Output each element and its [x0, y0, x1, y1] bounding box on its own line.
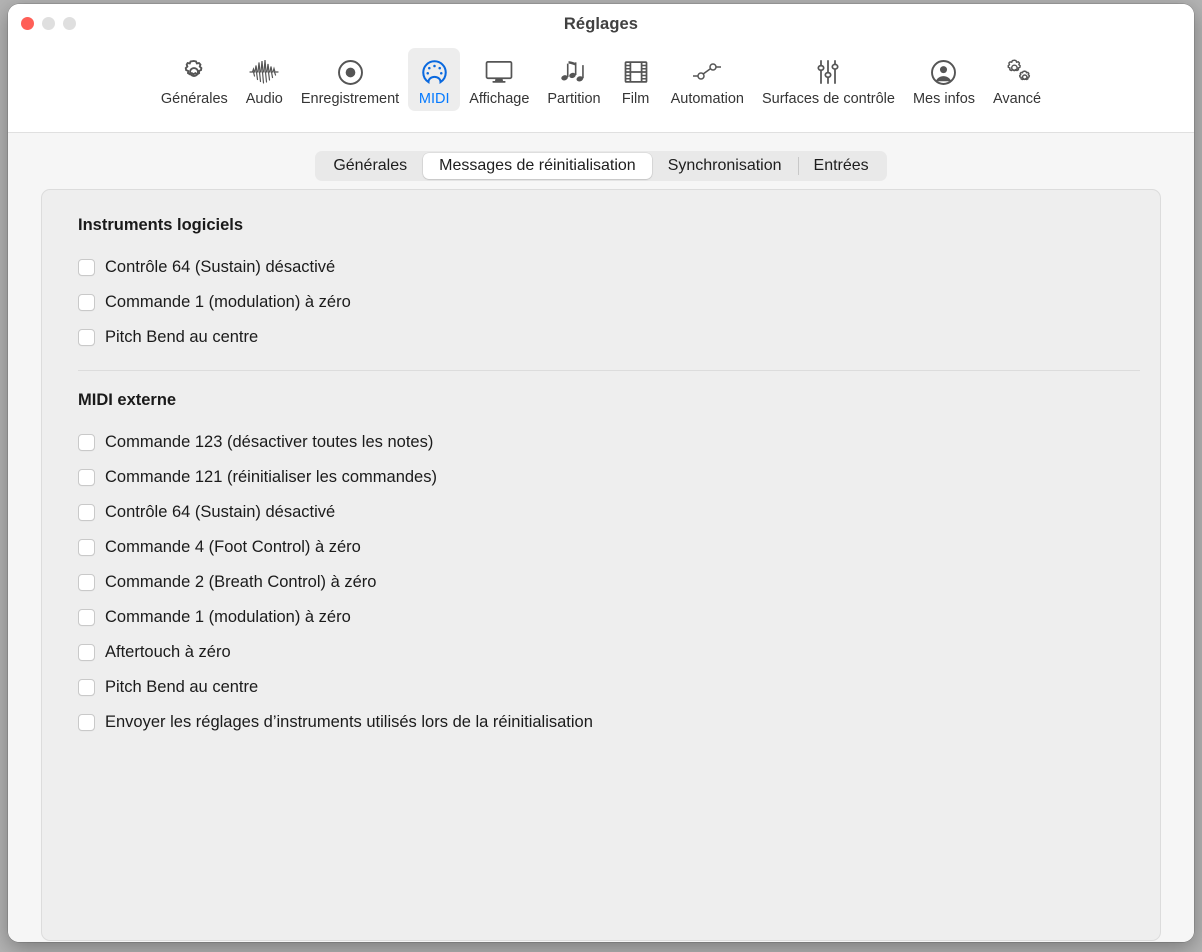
window-title: Réglages	[563, 15, 639, 33]
tab-label: Synchronisation	[667, 157, 782, 174]
tab-bar-wrapper: Générales Messages de réinitialisation S…	[8, 151, 1194, 181]
checkbox-control[interactable]	[78, 259, 95, 276]
toolbar-item-midi[interactable]: MIDI	[408, 48, 461, 111]
tab-bar: Générales Messages de réinitialisation S…	[315, 151, 887, 181]
toolbar-item-label: Automation	[670, 91, 744, 107]
toolbar-item-label: Partition	[547, 91, 601, 107]
checkbox-label: Commande 1 (modulation) à zéro	[105, 608, 351, 626]
tab-generales[interactable]: Générales	[317, 153, 423, 179]
toolbar-item-label: Mes infos	[912, 91, 976, 107]
checkbox-label: Envoyer les réglages d’instruments utili…	[105, 713, 593, 731]
checkbox-label: Contrôle 64 (Sustain) désactivé	[105, 503, 336, 521]
checkbox-control[interactable]	[78, 609, 95, 626]
checkbox-control[interactable]	[78, 469, 95, 486]
section-instruments-logiciels: Instruments logiciels Contrôle 64 (Susta…	[78, 216, 1124, 355]
toolbar-item-surfaces-de-controle[interactable]: Surfaces de contrôle	[753, 48, 904, 111]
title-bar: Réglages	[8, 4, 1194, 48]
tab-label: Générales	[333, 157, 408, 174]
settings-window: Réglages Générales Audio Enregistrement …	[8, 4, 1194, 942]
section-divider	[78, 370, 1140, 371]
checkbox-label: Commande 123 (désactiver toutes les note…	[105, 433, 434, 451]
checkbox-row[interactable]: Pitch Bend au centre	[78, 320, 1124, 355]
tab-messages-de-reinitialisation[interactable]: Messages de réinitialisation	[423, 153, 652, 179]
display-monitor-icon	[484, 55, 514, 89]
checkbox-row[interactable]: Pitch Bend au centre	[78, 670, 1124, 705]
checkbox-control[interactable]	[78, 434, 95, 451]
checkbox-row[interactable]: Envoyer les réglages d’instruments utili…	[78, 705, 1124, 740]
checkbox-control[interactable]	[78, 504, 95, 521]
checkbox-control[interactable]	[78, 329, 95, 346]
person-circle-icon	[929, 55, 958, 89]
checkbox-control[interactable]	[78, 714, 95, 731]
toolbar-item-generales[interactable]: Générales	[152, 48, 237, 111]
checkbox-label: Commande 2 (Breath Control) à zéro	[105, 573, 377, 591]
checkbox-control[interactable]	[78, 539, 95, 556]
checkbox-row[interactable]: Commande 123 (désactiver toutes les note…	[78, 425, 1124, 460]
gear-icon	[179, 55, 209, 89]
toolbar-item-film[interactable]: Film	[610, 48, 662, 111]
toolbar-item-avance[interactable]: Avancé	[984, 48, 1050, 111]
checkbox-label: Commande 121 (réinitialiser les commande…	[105, 468, 437, 486]
checkbox-label: Commande 4 (Foot Control) à zéro	[105, 538, 361, 556]
sliders-icon	[814, 55, 842, 89]
toolbar-item-label: Affichage	[469, 91, 530, 107]
checkbox-row[interactable]: Commande 121 (réinitialiser les commande…	[78, 460, 1124, 495]
settings-panel: Instruments logiciels Contrôle 64 (Susta…	[41, 189, 1161, 941]
settings-body: Générales Messages de réinitialisation S…	[8, 133, 1194, 942]
checkbox-label: Pitch Bend au centre	[105, 328, 259, 346]
toolbar-item-label: MIDI	[418, 91, 450, 107]
checkbox-label: Commande 1 (modulation) à zéro	[105, 293, 351, 311]
toolbar-item-partition[interactable]: Partition	[538, 48, 609, 111]
section-title: MIDI externe	[78, 391, 177, 409]
settings-toolbar: Générales Audio Enregistrement MIDI Affi…	[8, 48, 1194, 133]
checkbox-row[interactable]: Contrôle 64 (Sustain) désactivé	[78, 250, 1124, 285]
checkbox-control[interactable]	[78, 574, 95, 591]
option-list: Contrôle 64 (Sustain) désactivé Commande…	[78, 250, 1124, 355]
checkbox-row[interactable]: Commande 4 (Foot Control) à zéro	[78, 530, 1124, 565]
toolbar-item-mes-infos[interactable]: Mes infos	[904, 48, 984, 111]
tab-synchronisation[interactable]: Synchronisation	[652, 153, 798, 179]
tab-label: Messages de réinitialisation	[439, 157, 636, 174]
checkbox-control[interactable]	[78, 294, 95, 311]
music-notes-icon	[559, 55, 589, 89]
toolbar-item-automation[interactable]: Automation	[662, 48, 753, 111]
checkbox-row[interactable]: Commande 1 (modulation) à zéro	[78, 600, 1124, 635]
film-strip-icon	[622, 55, 650, 89]
toolbar-item-label: Enregistrement	[300, 91, 400, 107]
tab-label: Entrées	[813, 157, 869, 174]
checkbox-label: Aftertouch à zéro	[105, 643, 231, 661]
checkbox-control[interactable]	[78, 644, 95, 661]
toolbar-item-affichage[interactable]: Affichage	[460, 48, 538, 111]
automation-nodes-icon	[691, 55, 723, 89]
checkbox-control[interactable]	[78, 679, 95, 696]
midi-din-connector-icon	[420, 55, 449, 89]
section-midi-externe: MIDI externe Commande 123 (désactiver to…	[78, 391, 1124, 740]
toolbar-item-label: Audio	[245, 91, 283, 107]
checkbox-row[interactable]: Aftertouch à zéro	[78, 635, 1124, 670]
checkbox-row[interactable]: Commande 2 (Breath Control) à zéro	[78, 565, 1124, 600]
record-circle-icon	[336, 55, 365, 89]
checkbox-label: Pitch Bend au centre	[105, 678, 259, 696]
waveform-icon	[248, 55, 280, 89]
toolbar-item-enregistrement[interactable]: Enregistrement	[292, 48, 408, 111]
toolbar-item-label: Film	[621, 91, 650, 107]
toolbar-item-label: Générales	[160, 91, 228, 107]
toolbar-item-audio[interactable]: Audio	[237, 48, 292, 111]
toolbar-item-label: Avancé	[993, 91, 1042, 107]
checkbox-label: Contrôle 64 (Sustain) désactivé	[105, 258, 336, 276]
checkbox-row[interactable]: Commande 1 (modulation) à zéro	[78, 285, 1124, 320]
double-gears-icon	[1002, 55, 1033, 89]
tab-entrees[interactable]: Entrées	[797, 153, 885, 179]
toolbar-item-label: Surfaces de contrôle	[761, 91, 895, 107]
option-list: Commande 123 (désactiver toutes les note…	[78, 425, 1124, 740]
section-title: Instruments logiciels	[78, 216, 244, 234]
checkbox-row[interactable]: Contrôle 64 (Sustain) désactivé	[78, 495, 1124, 530]
